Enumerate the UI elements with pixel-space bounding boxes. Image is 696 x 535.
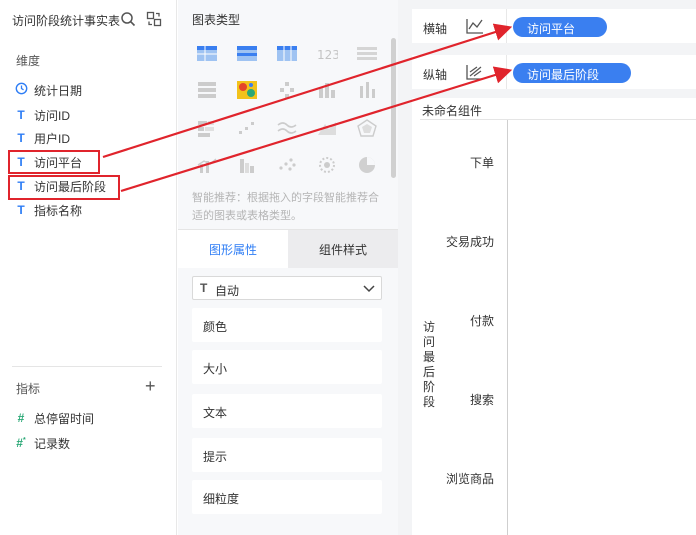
x-axis-field-pill[interactable]: 访问平台 [513, 17, 607, 37]
list-chart-icon[interactable] [196, 80, 218, 100]
field-label: 记录数 [34, 436, 71, 451]
pie-chart-icon[interactable] [356, 155, 378, 175]
grouped-table-icon[interactable] [236, 44, 258, 64]
granularity-property[interactable]: 细粒度 [192, 480, 382, 514]
category-label: 付款 [469, 314, 494, 328]
text-type-icon: T [17, 203, 25, 217]
size-property[interactable]: 大小 [192, 350, 382, 384]
dimension-field-metric-name[interactable]: T 指标名称 [14, 200, 82, 220]
chevron-down-icon [363, 285, 375, 293]
text-type-icon: T [200, 281, 208, 295]
y-axis-row: 纵轴 访问最后阶段 [412, 55, 696, 89]
metric-field-record-count[interactable]: #* 记录数 [14, 433, 70, 453]
category-label: 搜索 [469, 393, 494, 407]
chart-type-scrollbar[interactable] [391, 38, 396, 178]
chart-config-panel: 图表类型 123 智能推荐：根据拖入的字段智能推荐合适的图表或表格类型。 图形属… [178, 0, 398, 535]
field-label: 总停留时间 [34, 411, 95, 426]
y-axis-label: 纵轴 [423, 68, 448, 82]
category-label: 下单 [469, 156, 494, 170]
bar-chart-icon[interactable] [316, 80, 338, 100]
chart-area: 横轴 访问平台 纵轴 访问最后阶段 未命名组件 访问最后阶段 下单 交易成功 付… [398, 0, 696, 535]
tooltip-property[interactable]: 提示 [192, 438, 382, 472]
add-metric-icon[interactable]: + [145, 377, 156, 395]
y-axis-field-pill[interactable]: 访问最后阶段 [513, 63, 631, 83]
mark-type-select[interactable]: T 自动 [192, 276, 382, 300]
svg-text:123: 123 [317, 48, 338, 62]
combo-chart-icon[interactable] [196, 155, 218, 175]
text-type-icon: T [17, 108, 25, 122]
y-axis-line [507, 120, 508, 535]
tab-graphic-properties[interactable]: 图形属性 [178, 230, 288, 268]
dimension-field-visit-id[interactable]: T 访问ID [14, 105, 70, 125]
horizontal-axis-icon [466, 19, 483, 34]
metrics-heading: 指标 [16, 382, 41, 396]
y-axis-title: 访问最后阶段 [422, 320, 435, 409]
scatter-icon[interactable] [236, 118, 258, 138]
kpi-number-icon[interactable]: 123 [316, 44, 338, 64]
divider [12, 366, 162, 367]
dimension-field-user-id[interactable]: T 用户ID [14, 128, 70, 148]
cross-table-icon[interactable] [276, 44, 298, 64]
field-label: 指标名称 [34, 203, 83, 218]
axis-separator [506, 9, 507, 43]
property-tabs: 图形属性 组件样式 [178, 229, 398, 268]
radar-chart-icon[interactable] [356, 118, 378, 138]
highlight-box-last-stage [8, 175, 120, 200]
highlight-box-platform [8, 150, 100, 174]
metric-field-total-stay[interactable]: # 总停留时间 [14, 408, 94, 428]
smart-recommendation-hint: 智能推荐：根据拖入的字段智能推荐合适的图表或表格类型。 [192, 192, 379, 222]
text-property[interactable]: 文本 [192, 394, 382, 428]
number-type-icon: # [17, 411, 25, 425]
search-icon[interactable] [120, 11, 136, 27]
area-chart-icon[interactable] [316, 118, 338, 138]
category-label: 交易成功 [445, 235, 494, 249]
field-label: 统计日期 [34, 83, 83, 98]
grouped-column-icon[interactable] [236, 155, 258, 175]
column-chart-icon[interactable] [356, 80, 378, 100]
dot-matrix-icon[interactable] [276, 80, 298, 100]
app-root: 访问阶段统计事实表 维度 统计日期 T 访问ID T 用户ID T 访问平台 T [0, 0, 696, 535]
switch-dataset-icon[interactable] [146, 11, 162, 27]
dimensions-heading: 维度 [16, 54, 41, 68]
bubble-chart-icon[interactable] [276, 155, 298, 175]
field-label: 访问ID [34, 108, 71, 123]
color-property[interactable]: 颜色 [192, 308, 382, 342]
dimension-field-stat-date[interactable]: 统计日期 [14, 80, 82, 100]
text-type-icon: T [17, 131, 25, 145]
title-divider [420, 119, 696, 120]
vertical-axis-icon [466, 65, 483, 80]
dataset-header: 访问阶段统计事实表 [12, 11, 167, 29]
heatmap-icon[interactable] [236, 80, 258, 100]
category-label: 浏览商品 [445, 472, 494, 486]
dataset-title: 访问阶段统计事实表 [12, 14, 121, 28]
gauge-chart-icon[interactable] [316, 155, 338, 175]
field-label: 用户ID [34, 131, 71, 146]
widget-title[interactable]: 未命名组件 [422, 102, 482, 119]
detail-table-icon[interactable] [356, 44, 378, 64]
computed-number-icon: #* [16, 436, 26, 450]
stacked-bar-icon[interactable] [196, 118, 218, 138]
x-axis-label: 横轴 [423, 22, 448, 36]
clock-icon [14, 82, 28, 98]
line-chart-icon[interactable] [276, 118, 298, 138]
chart-type-heading: 图表类型 [192, 13, 241, 27]
chart-canvas: 未命名组件 访问最后阶段 下单 交易成功 付款 搜索 浏览商品 [412, 98, 696, 535]
tab-component-style[interactable]: 组件样式 [288, 230, 398, 268]
x-axis-row: 横轴 访问平台 [412, 9, 696, 43]
axis-separator [506, 55, 507, 89]
table-chart-icon[interactable] [196, 44, 218, 64]
field-panel: 访问阶段统计事实表 维度 统计日期 T 访问ID T 用户ID T 访问平台 T [0, 0, 177, 535]
mark-type-value: 自动 [215, 284, 240, 298]
